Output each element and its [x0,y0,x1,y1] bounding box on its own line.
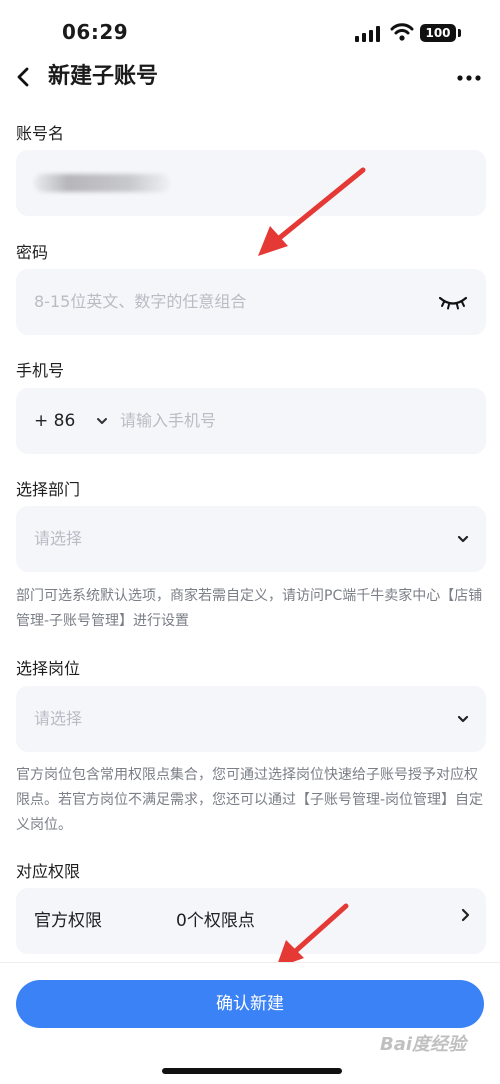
permissions-label: 对应权限 [16,862,81,881]
department-label: 选择部门 [16,480,81,499]
confirm-create-button[interactable]: 确认新建 [16,980,484,1028]
country-code-selector[interactable]: + 86 [34,388,75,454]
permission-count: 0个权限点 [176,911,255,931]
back-arrow-icon[interactable] [14,62,34,92]
status-time: 06:29 [62,20,129,44]
page-title: 新建子账号 [48,64,159,89]
account-name-value-blurred [34,174,170,192]
password-placeholder: 8-15位英文、数字的任意组合 [34,292,247,311]
phone-field[interactable]: + 86 请输入手机号 [16,388,486,454]
home-indicator [162,1068,342,1074]
chevron-down-icon[interactable] [96,416,108,426]
phone-placeholder: 请输入手机号 [120,411,217,430]
eye-closed-icon[interactable] [438,293,468,311]
position-select[interactable]: 请选择 [16,686,486,752]
official-permissions-row[interactable]: 官方权限 0个权限点 [16,888,486,954]
official-permissions-label: 官方权限 [34,911,102,931]
more-icon[interactable] [456,74,482,82]
wifi-icon [390,23,414,41]
password-label: 密码 [16,243,49,262]
baidu-watermark-logo: Bai度经验 [380,1034,467,1055]
position-hint: 官方岗位包含常用权限点集合，您可通过选择岗位快速给子账号授予对应权限点。若官方岗… [16,767,484,833]
password-field[interactable]: 8-15位英文、数字的任意组合 [16,269,486,335]
annotation-arrow [258,167,366,256]
status-bar: 06:29 100 [0,0,500,62]
position-placeholder: 请选择 [34,709,83,728]
department-placeholder: 请选择 [34,529,83,548]
chevron-right-icon [461,908,470,922]
chevron-down-icon [457,535,469,543]
signal-icon [355,26,380,42]
account-name-label: 账号名 [16,124,65,143]
department-select[interactable]: 请选择 [16,506,486,572]
battery-tip [458,29,461,37]
department-hint: 部门可选系统默认选项，商家若需自定义，请访问PC端千牛卖家中心【店铺管理-子账号… [16,588,483,629]
position-label: 选择岗位 [16,659,81,678]
phone-label: 手机号 [16,361,65,380]
chevron-down-icon [457,715,469,723]
nav-bar: 新建子账号 [0,62,500,92]
battery-icon: 100 [420,24,456,42]
